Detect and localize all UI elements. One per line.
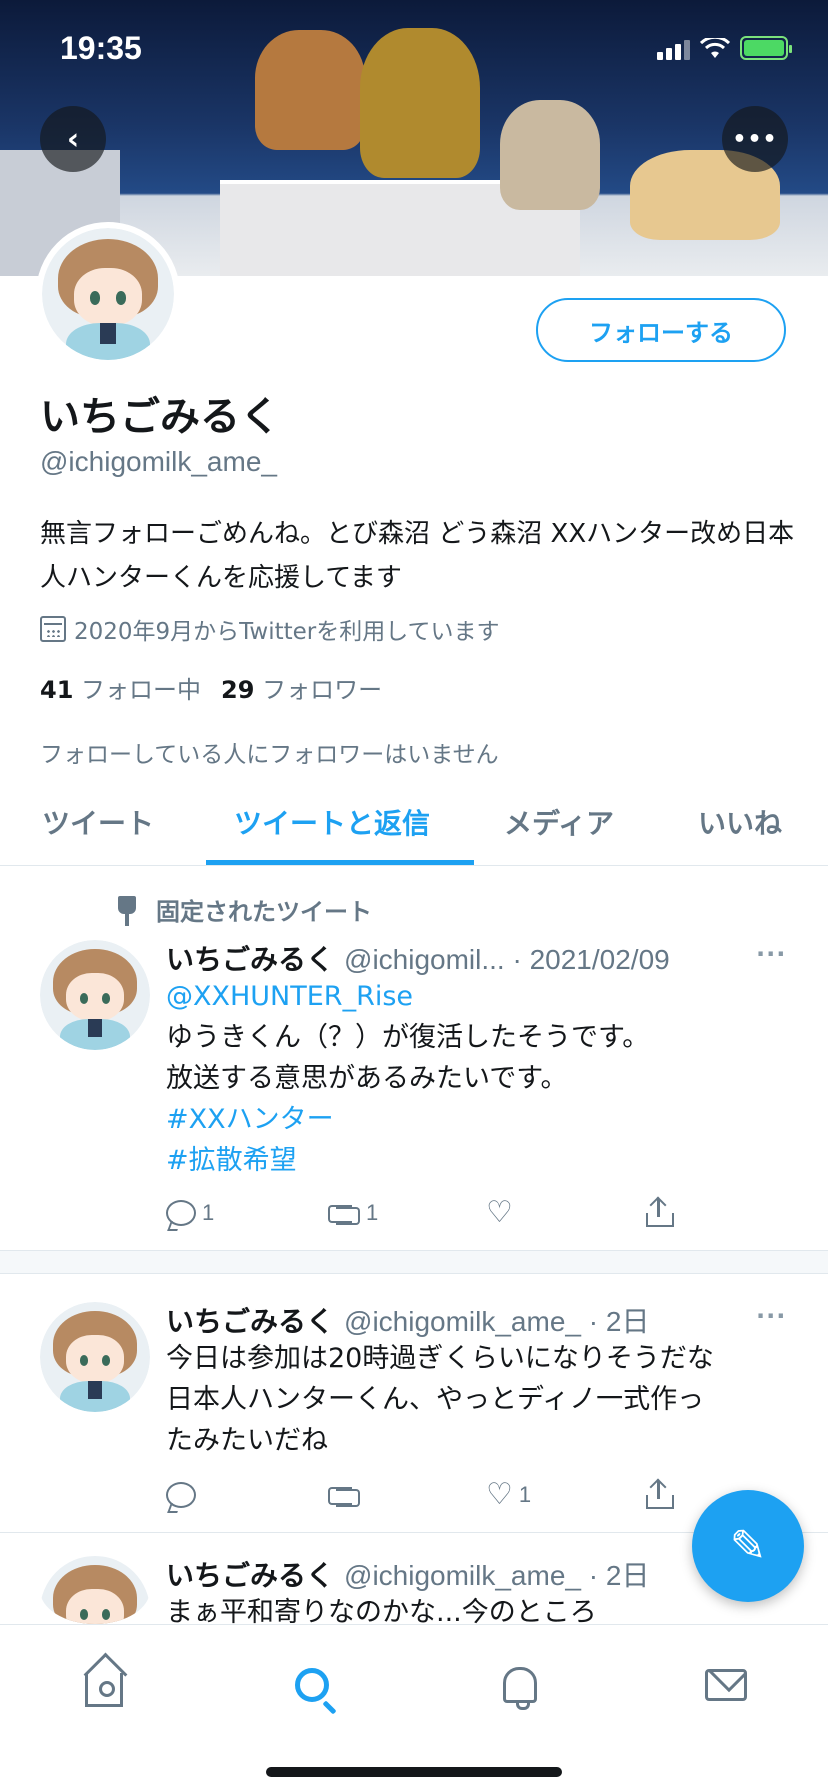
follow-counts: 41 フォロー中 29 フォロワー — [40, 670, 382, 705]
tweet-text-line: たみたいだね — [166, 1425, 328, 1456]
pinned-label: 固定されたツイート — [156, 898, 372, 926]
tweet-actions: 1 1 ♡ — [166, 1196, 806, 1228]
compose-tweet-button[interactable]: ✎ — [692, 1490, 804, 1602]
tweet-more-button[interactable]: ··· — [756, 940, 786, 968]
retweet-count: 1 — [366, 1200, 379, 1225]
share-icon — [646, 1196, 674, 1227]
tab-search[interactable] — [282, 1655, 342, 1715]
reply-button[interactable]: 1 — [166, 1198, 326, 1228]
following-link[interactable]: 41 フォロー中 — [40, 670, 201, 705]
retweet-icon — [326, 1201, 360, 1225]
retweet-icon — [326, 1483, 360, 1507]
pinned-indicator: 固定されたツイート — [114, 892, 372, 927]
joined-text: 2020年9月からTwitterを利用しています — [74, 619, 500, 645]
tweet-body: @XXHUNTER_Rise ゆうきくん（？）が復活したそうです。 放送する意思… — [166, 976, 806, 1181]
tab-likes[interactable]: いいね — [698, 802, 782, 842]
followers-link[interactable]: 29 フォロワー — [221, 670, 382, 705]
tweet-timestamp: · 2日 — [588, 1560, 650, 1591]
profile-bio: 無言フォローごめんね。とび森沼 どう森沼 XXハンター改め日本人ハンターくんを応… — [40, 519, 795, 593]
tweet-body: まぁ平和寄りなのかな...今のところ — [166, 1592, 806, 1624]
profile-avatar[interactable] — [36, 222, 180, 366]
reply-button[interactable] — [166, 1480, 326, 1510]
tab-media[interactable]: メディア — [504, 802, 614, 842]
tweet-author-handle: @ichigomilk_ame_ — [344, 1560, 581, 1591]
battery-icon — [740, 36, 792, 60]
following-label: フォロー中 — [81, 676, 202, 704]
share-icon — [646, 1478, 674, 1509]
follow-button[interactable]: フォローする — [536, 298, 786, 362]
tab-notifications[interactable] — [490, 1655, 550, 1715]
tweet-more-button[interactable]: ··· — [756, 1302, 786, 1330]
back-button[interactable]: ‹ — [40, 106, 106, 172]
tab-tweets[interactable]: ツイート — [42, 802, 154, 842]
tweet-avatar[interactable] — [40, 1302, 150, 1412]
tweet-author-handle: @ichigomil... — [344, 944, 505, 975]
status-time: 19:35 — [60, 30, 142, 66]
tweet-avatar[interactable] — [40, 1556, 150, 1624]
bottom-tab-bar — [0, 1624, 828, 1792]
tweet-timestamp: · 2021/02/09 — [512, 944, 670, 975]
following-count: 41 — [40, 676, 74, 704]
cellular-signal-icon — [657, 38, 690, 60]
pin-icon — [114, 894, 140, 926]
tweet-text-line: 今日は参加は20時過ぎくらいになりそうだな — [166, 1343, 714, 1374]
followers-label: フォロワー — [262, 676, 383, 704]
reply-count: 1 — [202, 1200, 215, 1225]
share-button[interactable] — [646, 1196, 806, 1228]
profile-joined: 2020年9月からTwitterを利用しています — [40, 612, 500, 646]
tweet-author-name[interactable]: いちごみるく — [166, 1559, 334, 1592]
reply-icon — [166, 1200, 196, 1226]
tweet-author-handle: @ichigomilk_ame_ — [344, 1306, 581, 1337]
calendar-icon — [40, 616, 66, 642]
more-options-button[interactable]: ••• — [722, 106, 788, 172]
more-dots-icon: ••• — [732, 126, 778, 152]
heart-icon: ♡ — [486, 1477, 513, 1512]
profile-display-name: いちごみるく — [40, 394, 280, 440]
status-icons — [657, 36, 792, 60]
tweet-author-name[interactable]: いちごみるく — [166, 943, 334, 976]
retweet-button[interactable] — [326, 1480, 486, 1510]
home-icon — [85, 1673, 123, 1707]
retweet-button[interactable]: 1 — [326, 1198, 486, 1228]
tweet-author-name[interactable]: いちごみるく — [166, 1305, 334, 1338]
tweet-avatar[interactable] — [40, 940, 150, 1050]
tab-messages[interactable] — [696, 1655, 756, 1715]
search-icon — [295, 1668, 329, 1702]
no-common-followers: フォローしている人にフォロワーはいません — [40, 742, 499, 768]
like-button[interactable]: ♡ — [486, 1198, 646, 1228]
mail-icon — [705, 1669, 747, 1701]
reply-icon — [166, 1482, 196, 1508]
status-bar: 19:35 — [0, 0, 828, 100]
chevron-left-icon: ‹ — [66, 121, 80, 157]
tweet-text-line: まぁ平和寄りなのかな...今のところ — [166, 1597, 597, 1624]
tweet-text-line: 放送する意思があるみたいです。 — [166, 1063, 568, 1094]
tweet-body: 今日は参加は20時過ぎくらいになりそうだな 日本人ハンターくん、やっとディノ一式… — [166, 1338, 806, 1461]
active-tab-indicator — [206, 860, 474, 865]
banner-art-figure — [500, 100, 600, 210]
tweet-hashtag-link[interactable]: #XXハンター — [166, 1099, 806, 1140]
followers-count: 29 — [221, 676, 255, 704]
wifi-icon — [700, 38, 730, 58]
like-count: 1 — [518, 1482, 532, 1507]
tweet-mention-link[interactable]: @XXHUNTER_Rise — [166, 976, 806, 1017]
tweet-text-line: 日本人ハンターくん、やっとディノ一式作っ — [166, 1384, 705, 1415]
tweet-header: いちごみるく @ichigomil... · 2021/02/09 — [166, 938, 670, 978]
home-indicator[interactable] — [266, 1767, 562, 1777]
pinned-separator — [0, 1250, 828, 1274]
tab-home[interactable] — [74, 1655, 134, 1715]
compose-tweet-icon: ✎ — [729, 1520, 767, 1572]
bell-icon — [503, 1667, 537, 1710]
tweet-hashtag-link[interactable]: #拡散希望 — [166, 1140, 806, 1181]
heart-icon: ♡ — [486, 1195, 513, 1230]
profile-handle: @ichigomilk_ame_ — [40, 446, 277, 477]
profile-tabs: ツイート ツイートと返信 メディア いいね — [0, 774, 828, 866]
like-button[interactable]: ♡ 1 — [486, 1480, 646, 1510]
tweet-header: いちごみるく @ichigomilk_ame_ · 2日 — [166, 1300, 649, 1340]
tweet-timestamp: · 2日 — [588, 1306, 650, 1337]
tweet-text-line: ゆうきくん（？）が復活したそうです。 — [166, 1022, 650, 1053]
tab-tweets-and-replies[interactable]: ツイートと返信 — [234, 802, 430, 842]
tweet-header: いちごみるく @ichigomilk_ame_ · 2日 — [166, 1554, 649, 1594]
